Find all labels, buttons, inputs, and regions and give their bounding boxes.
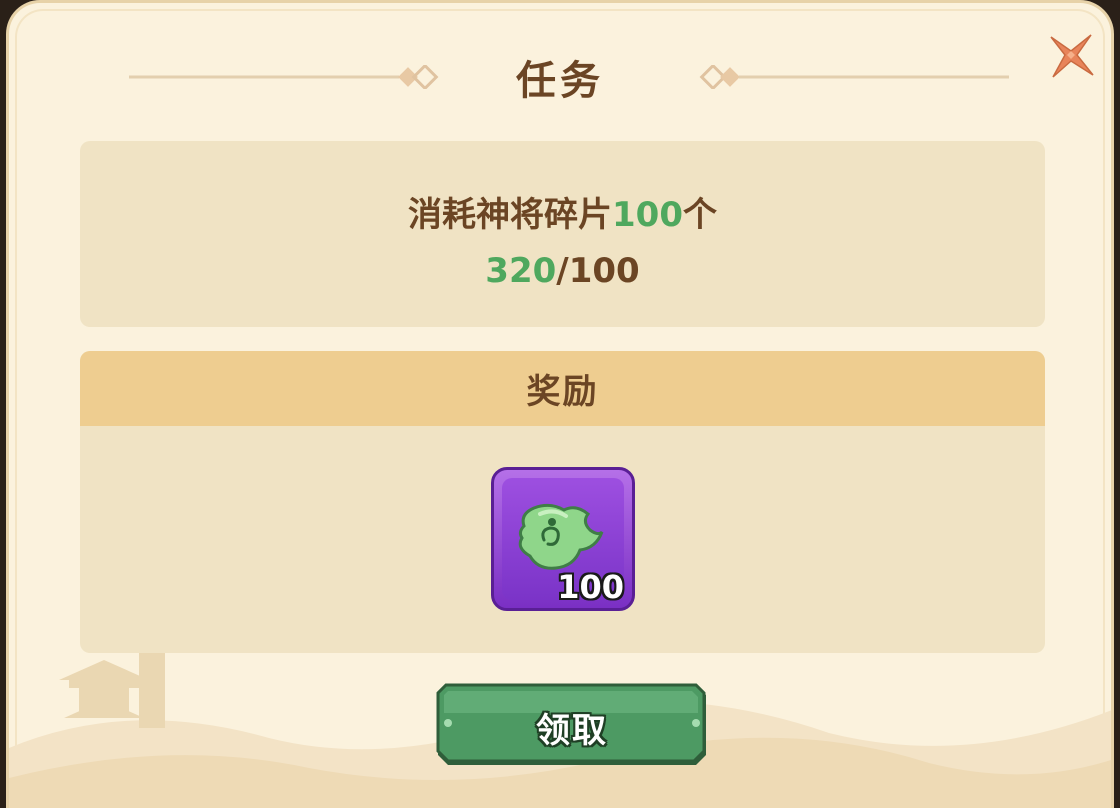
task-progress: 320/100 — [80, 251, 1045, 291]
title-ornament-right — [699, 65, 1009, 89]
claim-button-label: 领取 — [536, 711, 608, 751]
claim-button[interactable]: 领取 — [434, 683, 710, 771]
reward-header: 奖励 — [80, 351, 1045, 426]
reward-item-card[interactable]: 100 — [491, 467, 635, 611]
reward-item-count: 100 — [557, 568, 624, 606]
close-icon[interactable] — [1047, 31, 1095, 79]
task-description: 消耗神将碎片100个 — [80, 187, 1045, 236]
task-dialog: 任务 消耗神将碎片100个 320/100 奖励 100 领取 — [6, 0, 1114, 808]
task-description-amount: 100 — [612, 195, 683, 235]
reward-panel: 奖励 100 — [80, 351, 1045, 653]
progress-separator: / — [556, 251, 569, 291]
task-description-prefix: 消耗神将碎片 — [408, 195, 612, 235]
progress-target: 100 — [568, 251, 640, 291]
progress-current: 320 — [485, 251, 557, 291]
jade-fragment-icon — [518, 503, 604, 570]
dialog-title: 任务 — [516, 58, 604, 104]
task-panel: 消耗神将碎片100个 320/100 — [80, 141, 1045, 327]
task-description-suffix: 个 — [682, 195, 717, 235]
